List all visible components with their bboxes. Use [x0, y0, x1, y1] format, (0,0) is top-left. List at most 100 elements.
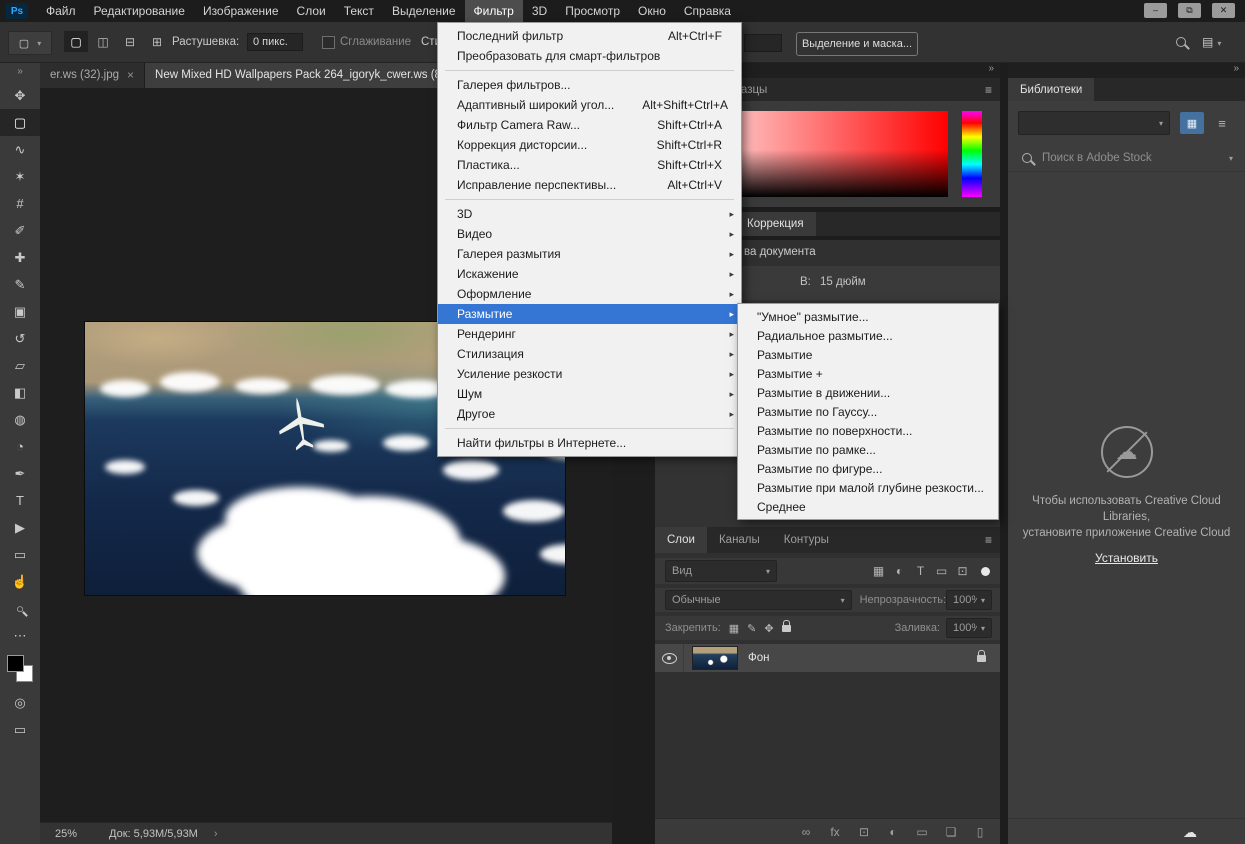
filter-menu-item[interactable]: Размытие ▸	[438, 304, 741, 324]
filter-menu-item[interactable]	[438, 195, 741, 204]
library-select[interactable]: ▾	[1018, 111, 1170, 135]
blur-submenu-item[interactable]: "Умное" размытие...	[738, 307, 998, 326]
blend-mode-combo[interactable]: Обычные ▾	[665, 590, 852, 610]
menubar-item[interactable]: Редактирование	[85, 0, 194, 22]
blur-submenu-item[interactable]: Размытие +	[738, 364, 998, 383]
layers-panel-tab[interactable]: Каналы	[707, 527, 772, 553]
list-view-button[interactable]: ≡	[1210, 112, 1234, 134]
background-lock-icon[interactable]	[977, 649, 986, 662]
filter-menu-item[interactable]: Искажение ▸	[438, 264, 741, 284]
style-dropdown-fragment[interactable]	[744, 34, 782, 52]
layer-effects-icon[interactable]: fx	[827, 825, 843, 839]
filter-menu-item[interactable]: Усиление резкости ▸	[438, 364, 741, 384]
filter-menu-item[interactable]: Оформление ▸	[438, 284, 741, 304]
menubar-item[interactable]: Фильтр	[464, 0, 523, 22]
menubar-item[interactable]: Файл	[37, 0, 85, 22]
tab-adjustments[interactable]: Коррекция	[735, 212, 816, 236]
hand-tool[interactable]: ☝	[0, 568, 40, 595]
filter-menu-item[interactable]: Шум ▸	[438, 384, 741, 404]
filter-shape-icon[interactable]: ▭	[931, 564, 952, 578]
clone-stamp-tool[interactable]: ▣	[0, 298, 40, 325]
filter-menu-item[interactable]	[438, 66, 741, 75]
blur-submenu-item[interactable]: Размытие	[738, 345, 998, 364]
blur-submenu-item[interactable]: Размытие в движении...	[738, 383, 998, 402]
lock-pixels-icon[interactable]: ✎	[747, 622, 756, 635]
filter-menu-item[interactable]: Исправление перспективы... Alt+Ctrl+V	[438, 175, 741, 195]
filter-menu-item[interactable]: Адаптивный широкий угол... Alt+Shift+Ctr…	[438, 95, 741, 115]
lasso-tool[interactable]: ∿	[0, 136, 40, 163]
filter-smart-object-icon[interactable]: ⊡	[952, 564, 973, 578]
path-selection-tool[interactable]: ▶	[0, 514, 40, 541]
blur-tool[interactable]: ◍	[0, 406, 40, 433]
menubar-item[interactable]: Просмотр	[556, 0, 629, 22]
filter-menu-item[interactable]	[438, 424, 741, 433]
eraser-tool[interactable]: ▱	[0, 352, 40, 379]
color-panel-menu-icon[interactable]: ≡	[985, 83, 992, 97]
filter-menu-item[interactable]: Коррекция дисторсии... Shift+Ctrl+R	[438, 135, 741, 155]
tool-preset-picker[interactable]: ▢ ▾	[8, 31, 52, 55]
brush-tool[interactable]: ✎	[0, 271, 40, 298]
screen-mode-button[interactable]: ▭	[0, 716, 40, 743]
layers-panel-menu-icon[interactable]: ≡	[985, 533, 992, 547]
layer-thumbnail[interactable]	[692, 646, 738, 670]
filter-menu-item[interactable]: 3D ▸	[438, 204, 741, 224]
layer-row-background[interactable]: Фон	[655, 644, 1000, 672]
lock-position-icon[interactable]: ✥	[764, 622, 773, 635]
grid-view-button[interactable]: ▦	[1180, 112, 1204, 134]
filter-menu-item[interactable]: Видео ▸	[438, 224, 741, 244]
add-selection-button[interactable]: ◫	[91, 31, 115, 52]
zoom-level[interactable]: 25%	[55, 828, 77, 840]
restore-button[interactable]: ⧉	[1178, 3, 1201, 18]
layer-filter-toggle[interactable]	[981, 566, 990, 576]
blur-submenu-item[interactable]: Размытие по Гауссу...	[738, 402, 998, 421]
blur-submenu-item[interactable]: Радиальное размытие...	[738, 326, 998, 345]
zoom-tool[interactable]: ○	[0, 595, 40, 622]
toolbar-collapse-icon[interactable]: »	[0, 62, 40, 82]
link-layers-icon[interactable]: ∞	[798, 825, 814, 839]
filter-menu-item[interactable]: Галерея размытия ▸	[438, 244, 741, 264]
layers-panel-tab[interactable]: Контуры	[772, 527, 841, 553]
feather-input[interactable]: 0 пикс.	[247, 33, 303, 51]
install-link[interactable]: Установить	[1095, 551, 1158, 565]
filter-pixel-icon[interactable]: ▦	[868, 564, 889, 578]
new-selection-button[interactable]: ▢	[64, 31, 88, 52]
menubar-item[interactable]: Справка	[675, 0, 740, 22]
shape-tool[interactable]: ▭	[0, 541, 40, 568]
blur-submenu-item[interactable]: Среднее	[738, 497, 998, 516]
rect-marquee-tool[interactable]: ▢	[0, 109, 40, 136]
search-icon[interactable]	[1176, 37, 1186, 47]
foreground-color-swatch[interactable]	[7, 655, 24, 672]
quick-mask-button[interactable]: ◎	[0, 689, 40, 716]
menubar-item[interactable]: Текст	[335, 0, 383, 22]
minimize-button[interactable]: –	[1144, 3, 1167, 18]
filter-menu-item[interactable]: Рендеринг ▸	[438, 324, 741, 344]
opacity-combo[interactable]: 100%▾	[946, 590, 992, 610]
fill-combo[interactable]: 100%▾	[946, 618, 992, 638]
layer-group-icon[interactable]: ▭	[914, 825, 930, 839]
status-chevron-icon[interactable]: ›	[214, 828, 218, 840]
subtract-selection-button[interactable]: ⊟	[118, 31, 142, 52]
layers-panel-tab[interactable]: Слои	[655, 527, 707, 553]
cloud-sync-icon[interactable]: ☁	[1183, 824, 1197, 841]
crop-tool[interactable]: #	[0, 190, 40, 217]
eyedropper-tool[interactable]: ✐	[0, 217, 40, 244]
adjustment-layer-icon[interactable]: ◐	[885, 825, 901, 839]
select-and-mask-button[interactable]: Выделение и маска...	[796, 32, 918, 56]
height-value[interactable]: 15 дюйм	[820, 276, 866, 288]
hue-strip[interactable]	[962, 111, 982, 197]
layer-mask-icon[interactable]: ⊡	[856, 825, 872, 839]
gradient-tool[interactable]: ◧	[0, 379, 40, 406]
stock-search-row[interactable]: Поиск в Adobe Stock ▾	[1008, 145, 1245, 172]
edit-toolbar-button[interactable]: ⋯	[0, 622, 40, 649]
delete-layer-icon[interactable]: ▯	[972, 825, 988, 839]
layer-visibility-cell[interactable]	[655, 644, 684, 672]
menubar-item[interactable]: Окно	[629, 0, 675, 22]
antialias-checkbox[interactable]	[322, 36, 335, 49]
layer-filter-combo[interactable]: Вид ▾	[665, 560, 777, 582]
lock-transparency-icon[interactable]: ▦	[729, 622, 739, 635]
menubar-item[interactable]: Изображение	[194, 0, 288, 22]
tab-libraries[interactable]: Библиотеки	[1008, 78, 1095, 101]
intersect-selection-button[interactable]: ⊞	[145, 31, 169, 52]
blur-submenu-item[interactable]: Размытие по фигуре...	[738, 459, 998, 478]
menubar-item[interactable]: 3D	[523, 0, 556, 22]
